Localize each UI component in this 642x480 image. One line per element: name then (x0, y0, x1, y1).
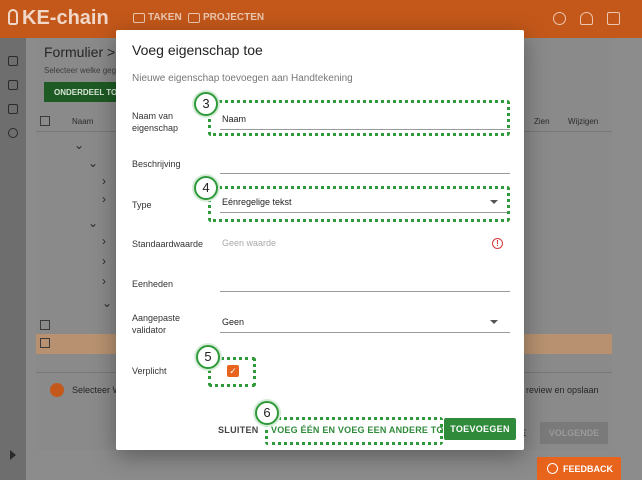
add-part-button[interactable]: ONDERDEEL TO (44, 82, 124, 102)
row-checkbox[interactable] (40, 338, 50, 348)
default-value-label: Standaardwaarde (132, 239, 204, 249)
edit-icon (133, 12, 145, 23)
chevron-down-icon[interactable]: ⌄ (88, 156, 98, 170)
logout-icon[interactable] (607, 12, 620, 25)
nav-projecten-label: PROJECTEN (203, 12, 265, 23)
user-icon[interactable] (580, 12, 593, 25)
footer-step-text: Selecteer W (72, 385, 122, 395)
chevron-right-icon[interactable]: › (102, 174, 106, 188)
type-label: Type (132, 200, 152, 210)
expand-rail-icon[interactable] (10, 450, 16, 460)
feedback-button[interactable]: FEEDBACK (537, 457, 621, 480)
app-logo[interactable]: KE-chain (8, 7, 109, 30)
highlight-name-field (208, 100, 510, 136)
column-zien: Zien (534, 117, 550, 126)
folder-icon (188, 12, 200, 23)
callout-number: 3 (194, 92, 218, 116)
nav-projecten[interactable]: PROJECTEN (188, 12, 264, 23)
callout-number: 5 (196, 345, 220, 369)
left-rail (0, 38, 26, 480)
nav-taken[interactable]: TAKEN (133, 12, 182, 23)
check-circle-icon (50, 383, 64, 397)
chevron-right-icon[interactable]: › (102, 234, 106, 248)
highlight-type-field (208, 186, 510, 222)
chevron-down-icon[interactable]: ⌄ (74, 138, 84, 152)
close-button[interactable]: SLUITEN (218, 425, 259, 435)
bulb-icon (8, 9, 18, 25)
next-button[interactable]: VOLGENDE (540, 422, 608, 444)
units-label: Eenheden (132, 279, 174, 289)
column-wijzigen: Wijzigen (568, 117, 599, 126)
required-label: Verplicht (132, 366, 167, 376)
highlight-add-and-another (265, 417, 443, 445)
description-input[interactable] (220, 156, 510, 174)
nav-taken-label: TAKEN (148, 12, 182, 23)
footer-step-right: review en opslaan (526, 385, 599, 395)
add-button[interactable]: TOEVOEGEN (444, 418, 516, 440)
row-checkbox[interactable] (40, 320, 50, 330)
warning-icon: ! (492, 238, 503, 249)
name-label: Naam van eigenschap (132, 111, 179, 133)
gear-icon[interactable] (8, 128, 18, 138)
page-subtitle: Selecteer welke geg (44, 66, 117, 75)
dialog-title: Voeg eigenschap toe (132, 42, 263, 58)
callout-number: 6 (255, 401, 279, 425)
chevron-right-icon[interactable]: › (102, 274, 106, 288)
feedback-label: FEEDBACK (563, 463, 614, 474)
callout-number: 4 (194, 176, 218, 200)
validator-label: Aangepaste validator (132, 313, 181, 335)
app-logo-text: KE-chain (22, 7, 109, 29)
help-icon[interactable] (553, 12, 566, 25)
description-label: Beschrijving (132, 159, 181, 169)
dialog-subtitle: Nieuwe eigenschap toevoegen aan Handteke… (132, 73, 353, 84)
feedback-icon (547, 463, 558, 474)
column-naam: Naam (72, 117, 94, 126)
validator-select[interactable]: Geen (220, 315, 510, 333)
chevron-down-icon[interactable]: ⌄ (102, 296, 112, 310)
bank-icon[interactable] (8, 56, 18, 66)
add-property-dialog: Voeg eigenschap toe Nieuwe eigenschap to… (116, 30, 524, 450)
units-input[interactable] (220, 274, 510, 292)
chevron-right-icon[interactable]: › (102, 192, 106, 206)
validator-select-value: Geen (222, 317, 245, 327)
chevron-right-icon[interactable]: › (102, 254, 106, 268)
select-all-checkbox[interactable] (40, 116, 50, 126)
default-value-input[interactable]: Geen waarde (222, 238, 276, 248)
document-icon[interactable] (8, 104, 18, 114)
dropdown-arrow-icon (490, 320, 498, 324)
chevron-down-icon[interactable]: ⌄ (88, 216, 98, 230)
sitemap-icon[interactable] (8, 80, 18, 90)
